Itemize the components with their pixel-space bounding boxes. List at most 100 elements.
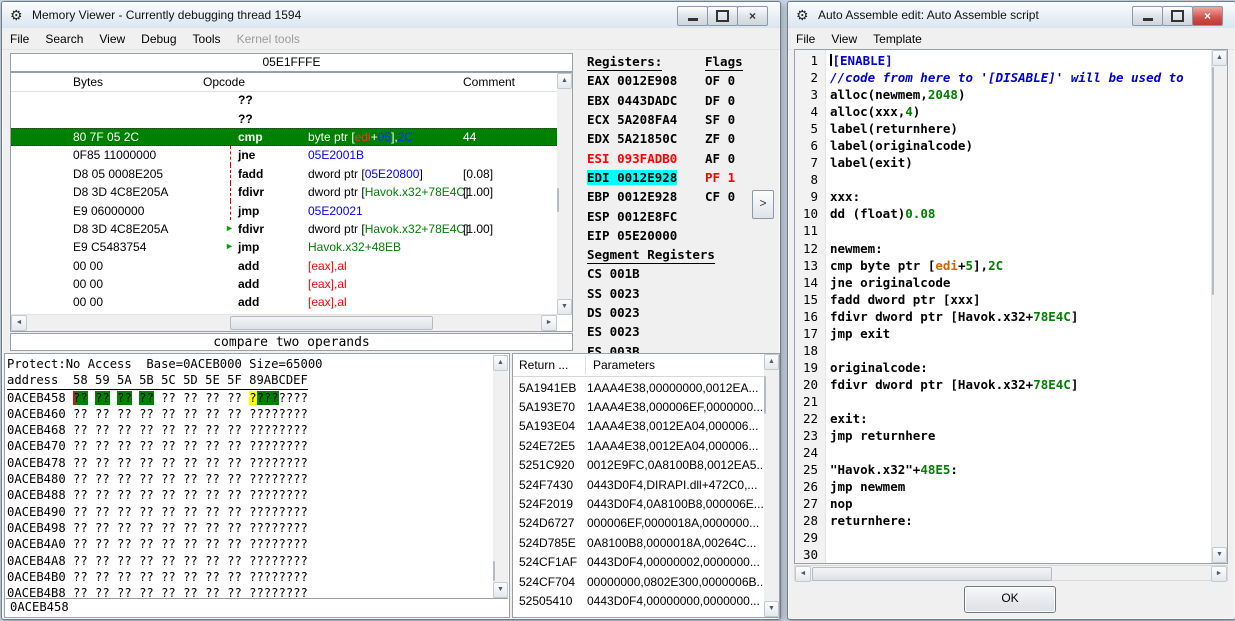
scroll-left-icon[interactable]: ◄	[795, 566, 811, 582]
disasm-row[interactable]: ??	[11, 109, 557, 127]
stack-vscrollbar[interactable]: ▲ ▼	[764, 354, 779, 617]
disassembly-vscrollbar[interactable]: ▲ ▼	[557, 73, 572, 315]
hex-row[interactable]: 0ACEB4A8 ?? ?? ?? ?? ?? ?? ?? ?? ???????…	[7, 553, 492, 569]
segment-register-row[interactable]: DS 0023	[581, 303, 777, 322]
segment-register-row[interactable]: ES 0023	[581, 322, 777, 341]
disasm-row[interactable]: 00 00add[eax],al	[11, 257, 557, 275]
scroll-up-icon[interactable]: ▲	[493, 355, 508, 371]
disasm-row[interactable]: E9 06000000jmp05E20021	[11, 201, 557, 219]
script-line[interactable]: 13cmp byte ptr [edi+5],2C	[795, 258, 1211, 275]
hex-byte-selected[interactable]: ??	[139, 391, 154, 405]
stack-row[interactable]: 5A193E041AAA4E38,0012EA04,000006...	[513, 417, 764, 436]
stack-row[interactable]: 5A193E701AAA4E38,000006EF,0000000...	[513, 397, 764, 416]
script-line[interactable]: 21	[795, 394, 1211, 411]
editor-vscrollbar[interactable]: ▲ ▼	[1211, 50, 1227, 563]
hex-row[interactable]: 0ACEB488 ?? ?? ?? ?? ?? ?? ?? ?? ???????…	[7, 487, 492, 503]
hex-row[interactable]: 0ACEB490 ?? ?? ?? ?? ?? ?? ?? ?? ???????…	[7, 504, 492, 520]
scroll-thumb[interactable]	[493, 561, 495, 581]
hex-row[interactable]: 0ACEB460 ?? ?? ?? ?? ?? ?? ?? ?? ???????…	[7, 406, 492, 422]
hex-row[interactable]: 0ACEB468 ?? ?? ?? ?? ?? ?? ?? ?? ???????…	[7, 422, 492, 438]
scroll-down-icon[interactable]: ▼	[557, 299, 572, 315]
disasm-row[interactable]: D8 3D 4C8E205Afdivrdword ptr [Havok.x32+…	[11, 183, 557, 201]
hex-row[interactable]: 0ACEB4B0 ?? ?? ?? ?? ?? ?? ?? ?? ???????…	[7, 569, 492, 585]
menu-item-tools[interactable]: Tools	[185, 29, 229, 49]
script-line[interactable]: 20fdivr dword ptr [Havok.x32+78E4C]	[795, 377, 1211, 394]
script-line[interactable]: 29	[795, 530, 1211, 547]
menu-item-search[interactable]: Search	[37, 29, 91, 49]
script-line[interactable]: 11	[795, 223, 1211, 240]
scroll-up-icon[interactable]: ▲	[764, 354, 779, 370]
scroll-thumb[interactable]	[1212, 67, 1214, 295]
script-line[interactable]: 4alloc(xxx,4)	[795, 104, 1211, 121]
register-row[interactable]: EBX 0443DADCDF 0	[581, 91, 777, 110]
script-line[interactable]: 12newmem:	[795, 241, 1211, 258]
scroll-thumb[interactable]	[764, 376, 766, 414]
disasm-row[interactable]: D8 05 0008E205fadddword ptr [05E20800][0…	[11, 165, 557, 183]
stack-row[interactable]: 524CF70400000000,0802E300,0000006B...	[513, 572, 764, 591]
register-row[interactable]: EDX 5A21850CZF 0	[581, 129, 777, 148]
scroll-right-icon[interactable]: ►	[1211, 566, 1227, 582]
script-editor[interactable]: 1[ENABLE]2//code from here to '[DISABLE]…	[794, 49, 1228, 564]
menu-item-file[interactable]: File	[2, 29, 37, 49]
maximize-button[interactable]	[1162, 6, 1193, 26]
register-row[interactable]: EBP 0012E928CF 0	[581, 187, 777, 206]
script-line[interactable]: 24	[795, 445, 1211, 462]
script-line[interactable]: 7label(exit)	[795, 155, 1211, 172]
script-line[interactable]: 25"Havok.x32"+48E5:	[795, 462, 1211, 479]
stack-row[interactable]: 524F20190443D0F4,0A8100B8,000006E...	[513, 494, 764, 513]
scroll-left-icon[interactable]: ◄	[11, 315, 27, 331]
disasm-row[interactable]: D8 3D 4C8E205Afdivrdword ptr [Havok.x32+…	[11, 220, 557, 238]
minimize-button[interactable]	[677, 6, 708, 26]
disasm-row[interactable]: 00 00add[eax],al	[11, 275, 557, 293]
disassembly-hscrollbar[interactable]: ◄ ►	[11, 314, 557, 331]
hex-row[interactable]: 0ACEB498 ?? ?? ?? ?? ?? ?? ?? ?? ???????…	[7, 520, 492, 536]
scroll-down-icon[interactable]: ▼	[764, 601, 779, 617]
segment-register-row[interactable]: CS 001B	[581, 264, 777, 283]
script-line[interactable]: 22exit:	[795, 411, 1211, 428]
register-row[interactable]: EAX 0012E908OF 0	[581, 71, 777, 90]
scroll-thumb[interactable]	[557, 188, 559, 212]
script-line[interactable]: 5label(returnhere)	[795, 121, 1211, 138]
stack-row[interactable]: 5251C9200012E9FC,0A8100B8,0012EA5...	[513, 456, 764, 475]
hex-row[interactable]: 0ACEB470 ?? ?? ?? ?? ?? ?? ?? ?? ???????…	[7, 438, 492, 454]
hex-row[interactable]: 0ACEB4B8 ?? ?? ?? ?? ?? ?? ?? ?? ???????…	[7, 585, 492, 598]
stack-row[interactable]: 524E72E51AAA4E38,0012EA04,000006...	[513, 436, 764, 455]
stack-row[interactable]: 524F74300443D0F4,DIRAPI.dll+472C0,...	[513, 475, 764, 494]
stack-row[interactable]: 524CF1AF0443D0F4,00000002,0000000...	[513, 553, 764, 572]
register-row[interactable]: EIP 05E20000	[581, 226, 777, 245]
ok-button[interactable]: OK	[964, 586, 1056, 613]
hex-byte-selected[interactable]: ??	[95, 391, 110, 405]
menu-item-file[interactable]: File	[788, 29, 823, 49]
stack-row[interactable]: 525054100443D0F4,00000000,0000000...	[513, 591, 764, 610]
register-row[interactable]: ECX 5A208FA4SF 0	[581, 110, 777, 129]
minimize-button[interactable]	[1132, 6, 1163, 26]
script-line[interactable]: 17jmp exit	[795, 326, 1211, 343]
scroll-thumb[interactable]	[230, 316, 433, 330]
disasm-row[interactable]: 0F85 11000000jne05E2001B	[11, 146, 557, 164]
scroll-thumb[interactable]	[812, 567, 1052, 581]
memory-viewer-titlebar[interactable]: ⚙ Memory Viewer - Currently debugging th…	[2, 2, 780, 29]
script-line[interactable]: 16fdivr dword ptr [Havok.x32+78E4C]	[795, 309, 1211, 326]
disasm-row[interactable]: 80 7F 05 2Ccmpbyte ptr [edi+05],2C44	[11, 128, 557, 146]
menu-item-template[interactable]: Template	[865, 29, 930, 49]
script-line[interactable]: 2//code from here to '[DISABLE]' will be…	[795, 70, 1211, 87]
script-line[interactable]: 3alloc(newmem,2048)	[795, 87, 1211, 104]
close-button[interactable]: ×	[1192, 6, 1223, 26]
scroll-up-icon[interactable]: ▲	[1212, 50, 1227, 66]
script-line[interactable]: 14jne originalcode	[795, 275, 1211, 292]
script-line[interactable]: 1[ENABLE]	[795, 53, 1211, 70]
hex-ascii-cursor[interactable]: ?	[249, 391, 256, 405]
script-line[interactable]: 15fadd dword ptr [xxx]	[795, 292, 1211, 309]
maximize-button[interactable]	[707, 6, 738, 26]
scroll-down-icon[interactable]: ▼	[1212, 547, 1227, 563]
menu-item-view[interactable]: View	[91, 29, 133, 49]
disasm-row[interactable]: ??	[11, 91, 557, 109]
script-line[interactable]: 23jmp returnhere	[795, 428, 1211, 445]
editor-hscrollbar[interactable]: ◄ ►	[794, 565, 1228, 581]
hex-ascii-selected[interactable]: ???	[257, 391, 279, 405]
script-line[interactable]: 26jmp newmem	[795, 479, 1211, 496]
script-line[interactable]: 19originalcode:	[795, 360, 1211, 377]
auto-assemble-titlebar[interactable]: ⚙ Auto Assemble edit: Auto Assemble scri…	[788, 2, 1235, 29]
hex-byte-selected[interactable]: ??	[117, 391, 132, 405]
script-line[interactable]: 28returnhere:	[795, 513, 1211, 530]
